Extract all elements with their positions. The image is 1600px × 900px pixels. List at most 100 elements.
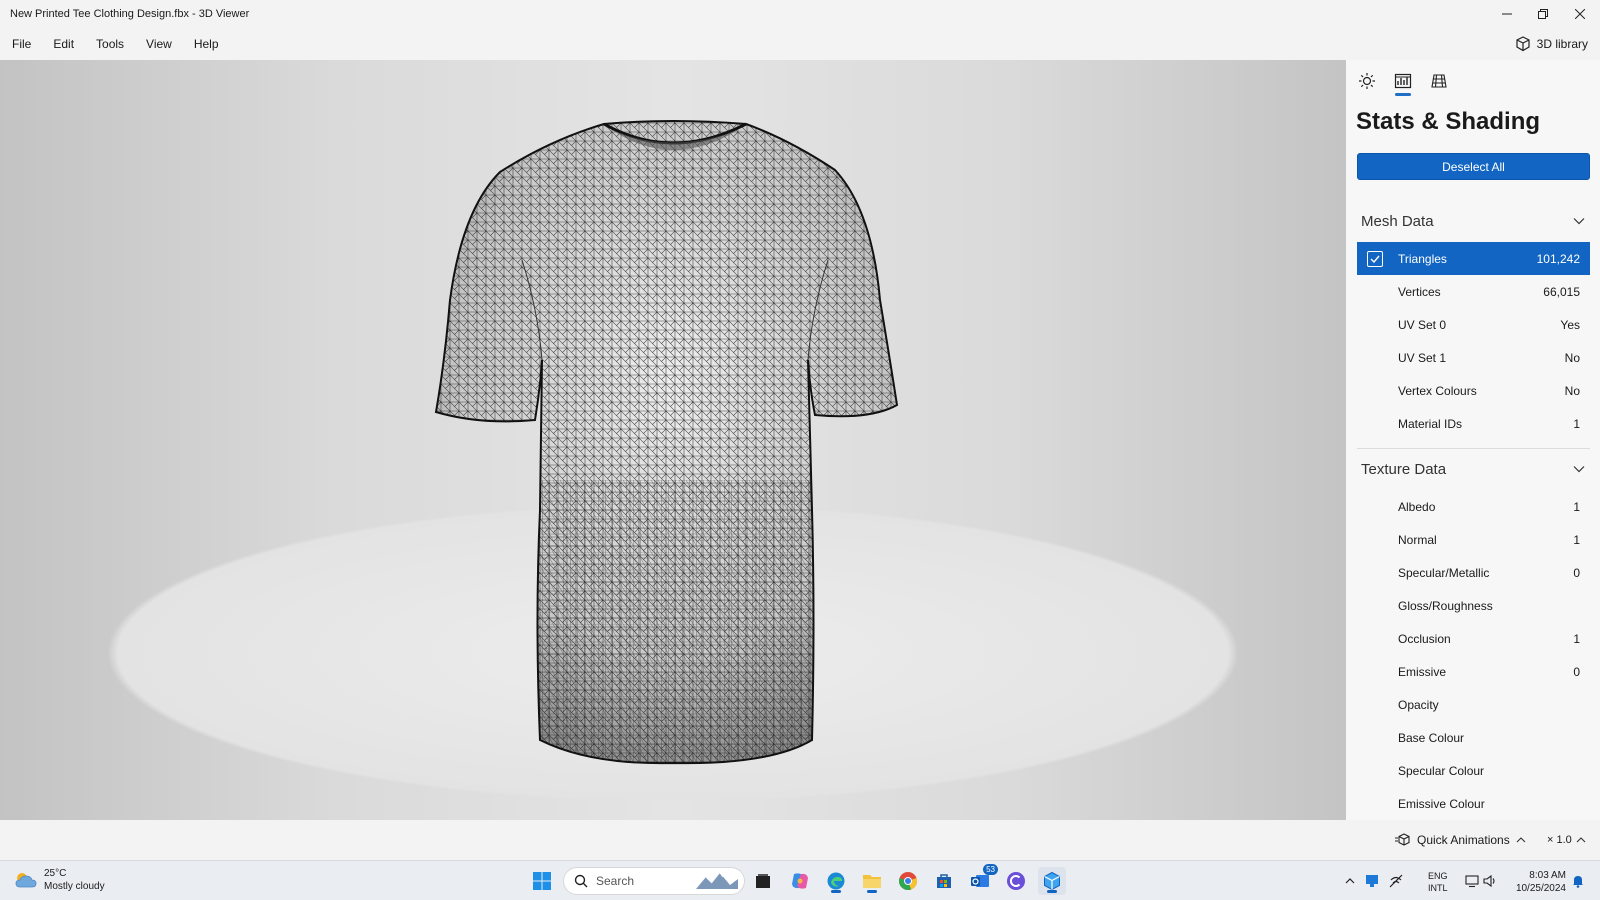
close-button[interactable] — [1561, 0, 1599, 28]
section-divider — [1357, 448, 1590, 449]
edge-button[interactable] — [822, 867, 850, 895]
chevron-up-icon — [1576, 837, 1586, 843]
file-explorer-button[interactable] — [858, 867, 886, 895]
tab-grid[interactable] — [1428, 68, 1450, 94]
texture-row-normal[interactable]: Normal 1 — [1357, 523, 1590, 556]
checkbox-icon[interactable] — [1367, 250, 1383, 267]
texture-row-specular-colour[interactable]: Specular Colour — [1357, 754, 1590, 787]
chevron-down-icon — [1572, 214, 1586, 228]
row-label: Gloss/Roughness — [1398, 598, 1493, 613]
quick-animations-button[interactable]: Quick Animations — [1395, 820, 1526, 860]
start-button[interactable] — [528, 867, 556, 895]
mesh-data-header[interactable]: Mesh Data — [1357, 204, 1590, 238]
menu-view[interactable]: View — [135, 28, 183, 60]
texture-row-albedo[interactable]: Albedo 1 — [1357, 490, 1590, 523]
running-indicator — [831, 890, 841, 893]
3d-viewer-taskbar-button[interactable] — [1038, 867, 1066, 895]
texture-row-base-colour[interactable]: Base Colour — [1357, 721, 1590, 754]
3d-viewport[interactable] — [0, 60, 1346, 820]
weather-widget[interactable]: 25°C Mostly cloudy — [14, 867, 105, 893]
store-icon — [937, 874, 951, 888]
notifications-button[interactable] — [1568, 867, 1588, 895]
window-title: New Printed Tee Clothing Design.fbx - 3D… — [10, 8, 250, 20]
taskbar: 25°C Mostly cloudy Search 53 ENG INTL 8:… — [0, 860, 1600, 900]
tab-lighting[interactable] — [1356, 68, 1378, 94]
3d-library-label: 3D library — [1536, 37, 1588, 51]
task-view-icon — [756, 874, 770, 888]
texture-row-specular-metallic[interactable]: Specular/Metallic 0 — [1357, 556, 1590, 589]
weather-temp: 25°C — [44, 868, 67, 879]
row-value: Yes — [1560, 317, 1580, 332]
clock-date: 10/25/2024 — [1515, 883, 1566, 894]
clock-time: 8:03 AM — [1529, 870, 1566, 881]
row-label: Emissive Colour — [1398, 796, 1485, 811]
row-label: Specular/Metallic — [1398, 565, 1490, 580]
mountain-search-highlight-icon — [696, 872, 738, 889]
mail-button[interactable]: 53 — [966, 864, 998, 895]
row-label: UV Set 0 — [1398, 317, 1447, 332]
texture-data-title: Texture Data — [1361, 460, 1447, 478]
menu-file[interactable]: File — [0, 28, 42, 60]
cloud-icon — [15, 873, 37, 888]
display-button[interactable] — [1462, 867, 1482, 895]
texture-row-gloss-roughness[interactable]: Gloss/Roughness — [1357, 589, 1590, 622]
taskbar-search[interactable]: Search — [563, 867, 745, 895]
folder-icon — [863, 875, 881, 888]
menu-tools[interactable]: Tools — [85, 28, 135, 60]
mail-badge: 53 — [983, 864, 998, 875]
tray-app-button[interactable] — [1362, 867, 1382, 895]
copilot-button[interactable] — [786, 867, 814, 895]
row-label: Base Colour — [1398, 730, 1465, 745]
tab-stats[interactable] — [1392, 68, 1414, 96]
mesh-row-vertices[interactable]: Vertices 66,015 — [1357, 275, 1590, 308]
title-bar: New Printed Tee Clothing Design.fbx - 3D… — [0, 0, 1600, 28]
mesh-row-uv-set-0[interactable]: UV Set 0 Yes — [1357, 308, 1590, 341]
row-label: Normal — [1398, 532, 1437, 547]
store-button[interactable] — [930, 867, 958, 895]
row-label: Emissive — [1398, 664, 1447, 679]
row-value: 101,242 — [1536, 251, 1580, 266]
row-value: No — [1564, 350, 1580, 365]
mesh-row-triangles[interactable]: Triangles 101,242 — [1357, 242, 1590, 275]
app-c-button[interactable] — [1002, 867, 1030, 895]
no-network-icon — [1389, 874, 1403, 888]
speed-selector[interactable]: × 1.0 — [1547, 820, 1586, 860]
chrome-icon — [898, 872, 918, 891]
row-label: Triangles — [1398, 251, 1447, 266]
mesh-row-material-ids[interactable]: Material IDs 1 — [1357, 407, 1590, 440]
texture-row-occlusion[interactable]: Occlusion 1 — [1357, 622, 1590, 655]
status-bar: Quick Animations × 1.0 — [0, 820, 1600, 860]
menu-help[interactable]: Help — [183, 28, 230, 60]
tshirt-model[interactable] — [0, 60, 1346, 820]
mesh-data-title: Mesh Data — [1361, 212, 1434, 230]
menu-edit[interactable]: Edit — [42, 28, 85, 60]
deselect-all-button[interactable]: Deselect All — [1357, 153, 1590, 180]
language-indicator[interactable]: ENG INTL — [1428, 870, 1448, 894]
volume-button[interactable] — [1480, 867, 1500, 895]
lighting-icon — [1359, 73, 1375, 89]
mesh-row-vertex-colours[interactable]: Vertex Colours No — [1357, 374, 1590, 407]
minimize-button[interactable] — [1488, 0, 1526, 28]
row-label: Occlusion — [1398, 631, 1451, 646]
texture-row-emissive[interactable]: Emissive 0 — [1357, 655, 1590, 688]
row-value: 0 — [1573, 565, 1580, 580]
texture-row-emissive-colour[interactable]: Emissive Colour — [1357, 787, 1590, 820]
show-hidden-icons-button[interactable] — [1340, 867, 1360, 895]
grid-icon — [1431, 74, 1447, 88]
3d-library-button[interactable]: 3D library — [1515, 28, 1588, 60]
lang-line-1: ENG — [1428, 871, 1448, 881]
bell-icon — [1573, 876, 1583, 888]
row-value: 0 — [1573, 664, 1580, 679]
system-clock[interactable]: 8:03 AM 10/25/2024 — [1512, 869, 1566, 895]
speed-label: × 1.0 — [1547, 834, 1572, 846]
network-button[interactable] — [1386, 867, 1406, 895]
restore-button[interactable] — [1524, 0, 1562, 28]
texture-data-header[interactable]: Texture Data — [1357, 452, 1590, 486]
chrome-button[interactable] — [894, 867, 922, 895]
windows-start-icon — [533, 872, 551, 890]
mesh-row-uv-set-1[interactable]: UV Set 1 No — [1357, 341, 1590, 374]
speaker-icon — [1483, 874, 1495, 888]
minimize-icon — [1502, 13, 1512, 15]
task-view-button[interactable] — [749, 867, 777, 895]
texture-row-opacity[interactable]: Opacity — [1357, 688, 1590, 721]
